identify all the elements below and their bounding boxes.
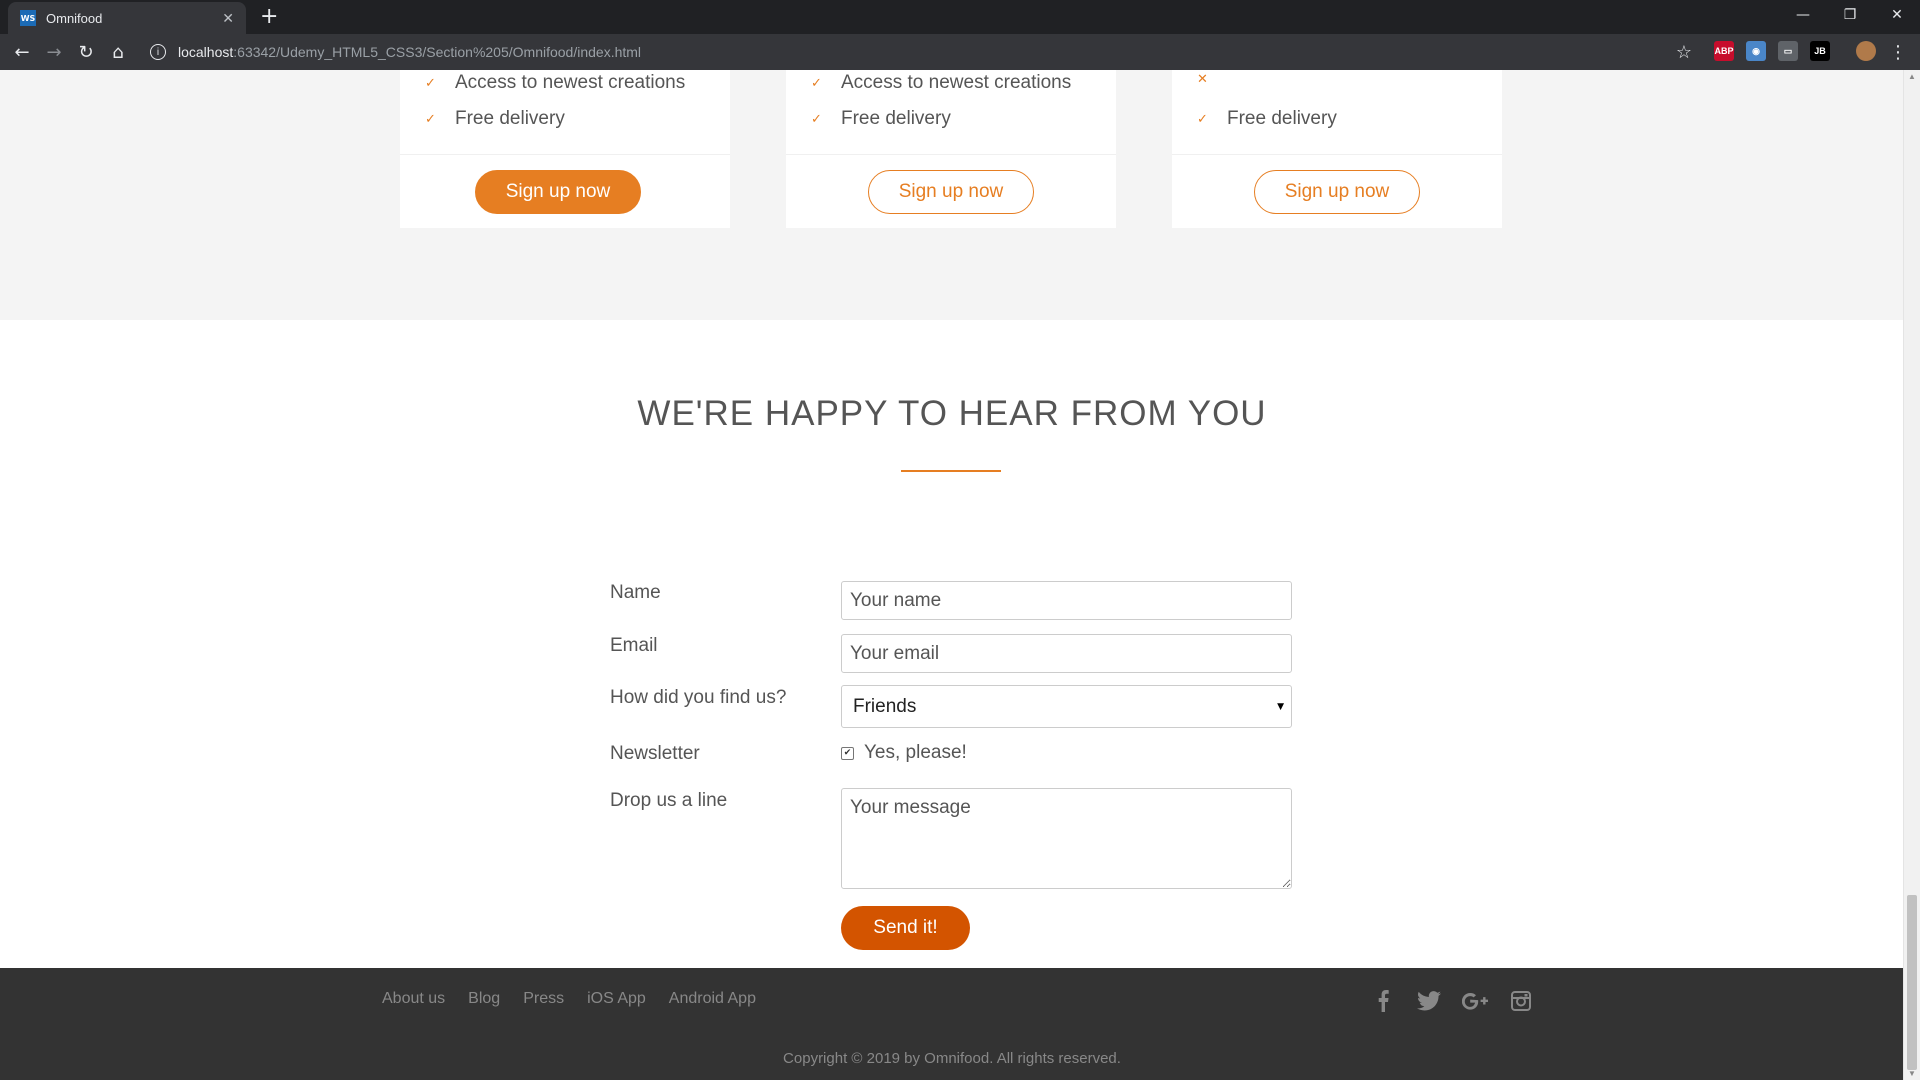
checkmark-icon: ✓ — [425, 111, 436, 127]
bookmark-star-icon[interactable]: ☆ — [1668, 36, 1700, 68]
browser-tab-bar: WS Omnifood ✕ + — ❐ ✕ — [0, 0, 1920, 34]
plan-feature: ✓ Free delivery — [811, 108, 951, 130]
feature-text: Free delivery — [841, 108, 951, 129]
message-label: Drop us a line — [610, 790, 728, 811]
instagram-icon[interactable] — [1508, 988, 1534, 1014]
dropdown-caret-icon: ▼ — [1277, 701, 1284, 712]
plan-divider — [1172, 154, 1502, 155]
window-close-button[interactable]: ✕ — [1874, 0, 1920, 30]
scroll-down-arrow-icon[interactable]: ▼ — [1908, 1069, 1916, 1078]
plan-feature: ✓ Access to newest creations — [811, 72, 1071, 94]
reload-icon[interactable]: ↻ — [70, 36, 102, 68]
send-button[interactable]: Send it! — [841, 906, 970, 950]
profile-avatar[interactable] — [1856, 41, 1876, 61]
site-info-icon[interactable]: i — [150, 44, 166, 60]
back-arrow-icon[interactable]: ← — [6, 36, 38, 68]
jetbrains-icon[interactable]: JB — [1810, 41, 1830, 61]
find-us-label: How did you find us? — [610, 687, 787, 708]
footer-nav: About us Blog Press iOS App Android App — [382, 990, 779, 1008]
checkmark-icon: ✓ — [425, 75, 436, 91]
home-icon[interactable]: ⌂ — [102, 36, 134, 68]
newsletter-option-label: Yes, please! — [864, 742, 967, 763]
scroll-up-arrow-icon[interactable]: ▲ — [1908, 72, 1916, 81]
feature-text: Free delivery — [1227, 108, 1337, 129]
plan-divider — [400, 154, 730, 155]
name-input[interactable] — [841, 581, 1292, 620]
window-restore-button[interactable]: ❐ — [1827, 0, 1873, 30]
url-path: :63342/Udemy_HTML5_CSS3/Section%205/Omni… — [233, 44, 642, 60]
chrome-menu-icon[interactable]: ⋮ — [1882, 36, 1914, 68]
plan-feature: ✕ — [1197, 72, 1227, 87]
sign-up-button[interactable]: Sign up now — [1254, 170, 1420, 214]
copyright-text: Copyright © 2019 by Omnifood. All rights… — [783, 1050, 1121, 1067]
find-us-select[interactable]: Friends ▼ — [841, 685, 1292, 728]
facebook-icon[interactable] — [1370, 988, 1396, 1014]
plan-card-2: ✓ Access to newest creations ✓ Free delive… — [786, 70, 1116, 228]
checkmark-icon: ✓ — [811, 75, 822, 91]
cross-icon: ✕ — [1197, 72, 1208, 87]
plan-divider — [786, 154, 1116, 155]
footer-link-press[interactable]: Press — [523, 990, 564, 1008]
twitter-icon[interactable] — [1416, 988, 1442, 1014]
newsletter-option: ✔ Yes, please! — [841, 742, 967, 764]
scrollbar-thumb[interactable] — [1907, 895, 1917, 1070]
browser-toolbar: ← → ↻ ⌂ i localhost:63342/Udemy_HTML5_CS… — [0, 34, 1920, 70]
sign-up-button[interactable]: Sign up now — [868, 170, 1034, 214]
abp-icon[interactable]: ABP — [1714, 41, 1734, 61]
address-bar[interactable]: i localhost:63342/Udemy_HTML5_CSS3/Secti… — [142, 36, 1702, 68]
message-textarea[interactable] — [841, 788, 1292, 889]
extension-owl-icon[interactable]: ◉ — [1746, 41, 1766, 61]
tab-title: Omnifood — [46, 10, 103, 26]
plan-card-3: ✕ ✓ Free delivery Sign up now — [1172, 70, 1502, 228]
page-viewport: ✓ Access to newest creations ✓ Free delive… — [0, 70, 1904, 1080]
heading-underline — [901, 470, 1001, 472]
footer-link-android[interactable]: Android App — [669, 990, 756, 1008]
name-label: Name — [610, 582, 661, 603]
checkmark-icon: ✓ — [1197, 111, 1208, 127]
email-label: Email — [610, 635, 658, 656]
plan-feature: ✓ Free delivery — [425, 108, 565, 130]
email-input[interactable] — [841, 634, 1292, 673]
google-plus-icon[interactable] — [1462, 988, 1488, 1014]
plan-feature: ✓ Free delivery — [1197, 108, 1337, 130]
plan-feature: ✓ Access to newest creations — [425, 72, 685, 94]
feature-text: Access to newest creations — [455, 72, 686, 93]
footer-link-blog[interactable]: Blog — [468, 990, 500, 1008]
feature-text: Free delivery — [455, 108, 565, 129]
extension-cast-icon[interactable]: ▭ — [1778, 41, 1798, 61]
page-scrollbar[interactable]: ▲ ▼ — [1903, 70, 1920, 1080]
window-minimize-button[interactable]: — — [1780, 0, 1826, 30]
footer: About us Blog Press iOS App Android App … — [0, 968, 1904, 1080]
plan-card-1: ✓ Access to newest creations ✓ Free delive… — [400, 70, 730, 228]
select-value: Friends — [853, 695, 917, 717]
social-links — [1370, 988, 1554, 1014]
footer-link-about[interactable]: About us — [382, 990, 445, 1008]
url-host: localhost — [178, 44, 234, 60]
browser-tab[interactable]: WS Omnifood ✕ — [8, 2, 246, 34]
tab-close-icon[interactable]: ✕ — [222, 10, 234, 27]
section-heading: WE'RE HAPPY TO HEAR FROM YOU — [637, 394, 1267, 433]
newsletter-checkbox[interactable]: ✔ — [841, 746, 854, 760]
feature-text: Access to newest creations — [841, 72, 1072, 93]
address-url[interactable]: localhost:63342/Udemy_HTML5_CSS3/Section… — [178, 44, 641, 60]
sign-up-button[interactable]: Sign up now — [475, 170, 641, 214]
contact-section: WE'RE HAPPY TO HEAR FROM YOU Name Email … — [0, 320, 1904, 968]
new-tab-button[interactable]: + — [260, 4, 278, 29]
newsletter-label: Newsletter — [610, 743, 700, 764]
forward-arrow-icon[interactable]: → — [38, 36, 70, 68]
checkmark-icon: ✓ — [811, 111, 822, 127]
webstorm-favicon-icon: WS — [20, 10, 36, 26]
footer-link-ios[interactable]: iOS App — [587, 990, 646, 1008]
